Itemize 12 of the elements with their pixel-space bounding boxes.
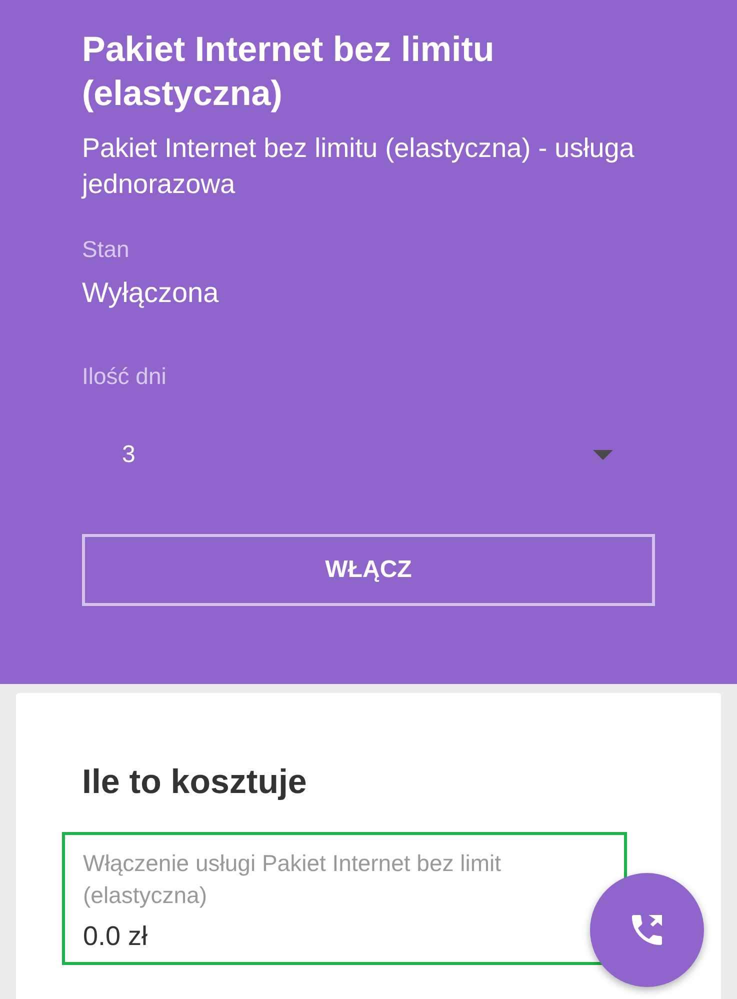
enable-button[interactable]: WŁĄCZ (82, 534, 655, 606)
service-title: Pakiet Internet bez limitu (elastyczna) (82, 29, 496, 115)
service-description: Pakiet Internet bez limitu (elastyczna) - usługa jednorazowa (82, 132, 636, 201)
card-title: Ile to kosztuje (81, 763, 308, 802)
days-dropdown[interactable]: 3 (82, 438, 655, 472)
cost-item-label: Włączenie usługi Pakiet Internet bez limit (83, 849, 502, 878)
days-label: Ilość dni (82, 363, 168, 390)
status-value: Wyłączona (82, 277, 220, 309)
dropdown-caret-icon (593, 450, 613, 460)
cost-item-price: 0.0 zł (83, 921, 149, 952)
status-label: Stan (82, 236, 130, 263)
cost-item-sublabel: (elastyczna) (83, 881, 208, 910)
